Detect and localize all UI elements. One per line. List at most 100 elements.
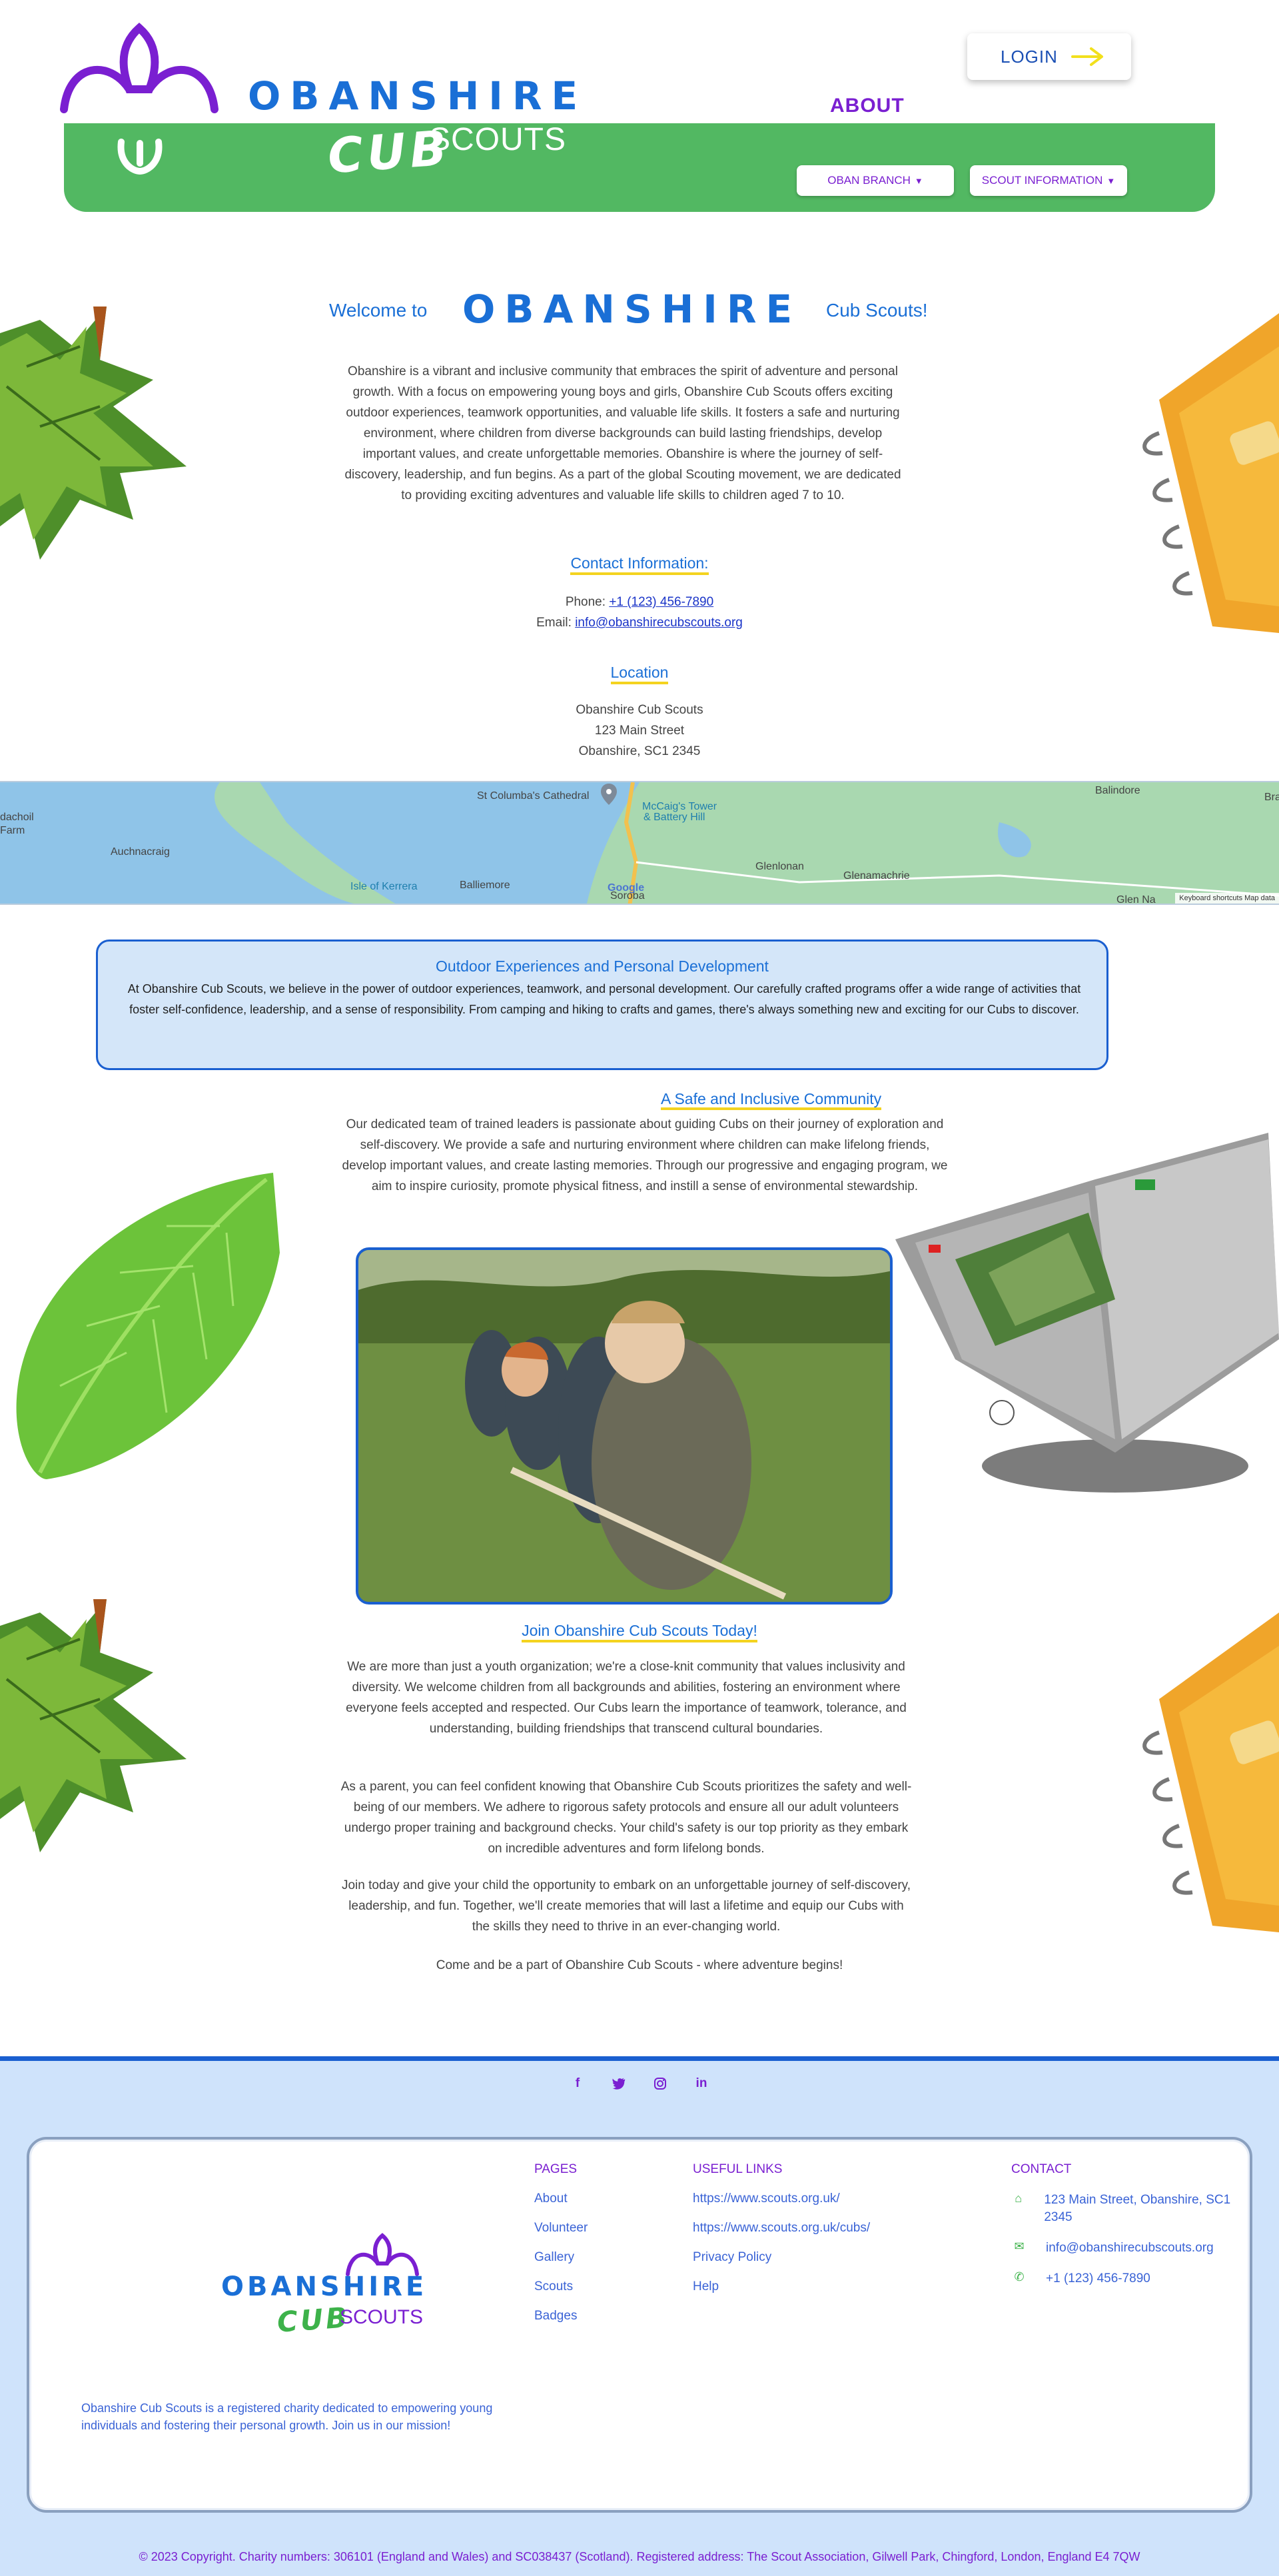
join-paragraph-2: As a parent, you can feel confident know… (340, 1780, 912, 1856)
site-header: OBANSHIRE CUB SCOUTS LOGIN ABOUT OBAN BR… (0, 0, 1279, 220)
footer-logo-title: OBANSHIRE (221, 2271, 428, 2302)
facebook-icon[interactable]: f (570, 2076, 586, 2092)
footer-logo[interactable]: OBANSHIRE CUB SCOUTS (193, 2233, 433, 2339)
outdoor-title: Outdoor Experiences and Personal Develop… (436, 958, 769, 975)
footer-description: Obanshire Cub Scouts is a registered cha… (81, 2401, 493, 2432)
footer-email[interactable]: info@obanshirecubscouts.org (1046, 2240, 1214, 2257)
login-label: LOGIN (1001, 46, 1058, 67)
footer-link-privacy-policy[interactable]: Privacy Policy (693, 2250, 870, 2265)
twitter-icon[interactable] (611, 2076, 627, 2092)
contact-details: Phone: +1 (123) 456-7890 Email: info@oba… (0, 592, 1279, 633)
cubs-tug-of-war-photo (356, 1247, 893, 1605)
map-label-auchnacraig: Auchnacraig (111, 846, 170, 858)
mint-leaf-decoration (16, 1173, 280, 1479)
safe-community-text: Our dedicated team of trained leaders is… (342, 1117, 948, 1193)
address-line-1: Obanshire Cub Scouts (576, 703, 703, 717)
email-label: Email: (536, 616, 576, 630)
location-heading-text: Location (610, 664, 669, 684)
phone-line: Phone: +1 (123) 456-7890 (0, 592, 1279, 612)
envelope-icon: ✉ (1014, 2240, 1025, 2253)
footer-link-gallery[interactable]: Gallery (534, 2250, 588, 2265)
map-label-farm: Farm (0, 825, 25, 836)
email-link[interactable]: info@obanshirecubscouts.org (575, 616, 743, 630)
map-book-decoration (895, 1133, 1279, 1493)
intro-paragraph: Obanshire is a vibrant and inclusive com… (344, 364, 901, 502)
footer-link-badges[interactable]: Badges (534, 2309, 588, 2323)
nav-scout-information-label: SCOUT INFORMATION (981, 174, 1103, 187)
footer-phone[interactable]: +1 (123) 456-7890 (1046, 2270, 1150, 2287)
address-line-3: Obanshire, SC1 2345 (578, 744, 701, 758)
contact-heading: Contact Information: (0, 554, 1279, 575)
map-attribution[interactable]: Keyboard shortcuts Map data (1175, 893, 1279, 904)
fleur-de-lis-logo-icon[interactable] (56, 23, 222, 116)
copyright-text: © 2023 Copyright. Charity numbers: 30610… (139, 2550, 1140, 2563)
arrow-right-icon (1071, 47, 1103, 66)
footer-link-about[interactable]: About (534, 2192, 588, 2206)
nav-oban-branch-label: OBAN BRANCH (827, 174, 911, 187)
footer-pages-column: PAGES About Volunteer Gallery Scouts Bad… (534, 2162, 588, 2338)
map-label-glenamachrie: Glenamachrie (843, 870, 910, 882)
embedded-map[interactable]: Balindore Bra dachoil Farm Auchnacraig S… (0, 781, 1279, 905)
join-heading-text: Join Obanshire Cub Scouts Today! (522, 1622, 757, 1642)
footer-card: OBANSHIRE CUB SCOUTS Obanshire Cub Scout… (27, 2137, 1252, 2513)
badge-ring-icon (117, 139, 163, 175)
caret-down-icon: ▼ (1106, 175, 1116, 186)
map-google-logo: Google (608, 882, 645, 894)
welcome-prefix: Welcome to (329, 300, 428, 321)
map-label-battery-hill: & Battery Hill (643, 812, 705, 823)
map-label-dachoil: dachoil (0, 812, 34, 823)
map-label-balindore: Balindore (1095, 785, 1140, 796)
footer-link-scouts-cubs[interactable]: https://www.scouts.org.uk/cubs/ (693, 2221, 870, 2236)
phone-link[interactable]: +1 (123) 456-7890 (609, 595, 713, 609)
footer-link-volunteer[interactable]: Volunteer (534, 2221, 588, 2236)
photo-scene (358, 1250, 890, 1602)
footer-address: 123 Main Street, Obanshire, SC1 2345 (1044, 2193, 1231, 2224)
join-paragraph-4: Come and be a part of Obanshire Cub Scou… (436, 1958, 843, 1972)
outdoor-text: At Obanshire Cub Scouts, we believe in t… (127, 982, 1081, 1016)
nav-oban-branch-dropdown[interactable]: OBAN BRANCH ▼ (797, 165, 954, 196)
footer-link-help[interactable]: Help (693, 2279, 870, 2294)
footer-link-scouts[interactable]: Scouts (534, 2279, 588, 2294)
safe-community-heading: A Safe and Inclusive Community (661, 1090, 882, 1110)
autumn-leaf-decoration (0, 1599, 187, 1852)
footer-logo-scouts: SCOUTS (340, 2306, 424, 2328)
autumn-leaf-decoration (0, 307, 187, 560)
notebook-decoration (1142, 313, 1279, 633)
map-label-glen-na: Glen Na (1116, 894, 1156, 905)
page: OBANSHIRE CUB SCOUTS LOGIN ABOUT OBAN BR… (0, 0, 1279, 2576)
fleur-de-lis-logo-icon (346, 2233, 419, 2276)
nav-about-link[interactable]: ABOUT (830, 95, 905, 117)
welcome-heading: Welcome to OBANSHIRE Cub Scouts! (0, 287, 1279, 340)
map-label-balliemore: Balliemore (460, 880, 510, 891)
map-pin-icon[interactable] (601, 784, 617, 805)
footer-useful-links-column: USEFUL LINKS https://www.scouts.org.uk/ … (693, 2162, 870, 2309)
contact-heading-text: Contact Information: (570, 554, 709, 575)
linkedin-icon[interactable]: in (693, 2076, 709, 2092)
phone-label: Phone: (565, 595, 610, 609)
address-line-2: 123 Main Street (594, 724, 685, 738)
join-paragraph-3: Join today and give your child the oppor… (341, 1878, 911, 1934)
location-address: Obanshire Cub Scouts 123 Main Street Oba… (0, 700, 1279, 762)
nav-scout-information-dropdown[interactable]: SCOUT INFORMATION ▼ (970, 165, 1127, 196)
footer-links-heading: USEFUL LINKS (693, 2162, 783, 2176)
social-links: f in (0, 2076, 1279, 2092)
welcome-brand-name: OBANSHIRE (462, 287, 802, 332)
map-label-bra: Bra (1264, 792, 1279, 803)
login-button[interactable]: LOGIN (967, 33, 1131, 80)
brand-scouts-text: SCOUTS (429, 122, 567, 157)
welcome-suffix: Cub Scouts! (826, 300, 928, 321)
footer-pages-heading: PAGES (534, 2162, 578, 2176)
footer-contact-heading: CONTACT (1011, 2162, 1072, 2176)
footer-address-row: ⌂ 123 Main Street, Obanshire, SC1 2345 (1011, 2192, 1238, 2226)
map-label-st-columbas-cathedral: St Columba's Cathedral (477, 790, 590, 802)
footer-email-row: ✉ info@obanshirecubscouts.org (1011, 2240, 1238, 2257)
phone-icon: ✆ (1014, 2270, 1025, 2283)
brand-title: OBANSHIRE (248, 73, 588, 119)
map-label-isle-of-kerrera: Isle of Kerrera (350, 881, 418, 892)
footer-contact-column: CONTACT ⌂ 123 Main Street, Obanshire, SC… (1011, 2162, 1238, 2301)
instagram-icon[interactable] (652, 2076, 668, 2092)
site-footer: f in OBANSHIRE CUB SCOUTS Obanshire Cub … (0, 2056, 1279, 2576)
home-icon: ⌂ (1015, 2192, 1023, 2205)
footer-link-scouts-org[interactable]: https://www.scouts.org.uk/ (693, 2192, 870, 2206)
notebook-decoration (1142, 1612, 1279, 1932)
